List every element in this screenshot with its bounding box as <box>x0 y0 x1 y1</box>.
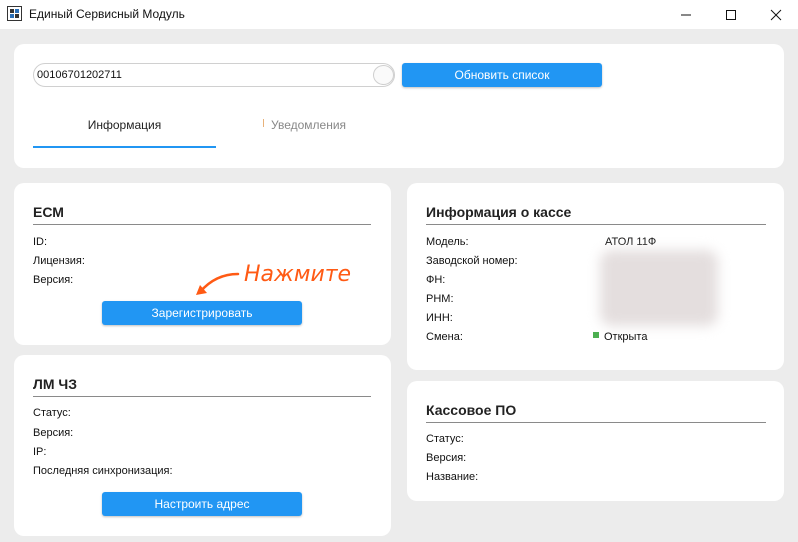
search-clear-knob[interactable] <box>373 65 394 85</box>
configure-address-button[interactable]: Настроить адрес <box>102 492 302 516</box>
device-search-value[interactable]: 00106701202711 <box>37 69 122 81</box>
lm-title: ЛМ ЧЗ <box>33 376 77 392</box>
po-status-label: Статус: <box>426 433 464 445</box>
minimize-icon <box>681 14 691 15</box>
lm-version-label: Версия: <box>33 427 74 439</box>
lm-ip-label: IP: <box>33 446 47 458</box>
po-title: Кассовое ПО <box>426 402 517 418</box>
kassa-model-value: АТОЛ 11Ф <box>605 236 657 248</box>
kassa-inn-label: ИНН: <box>426 312 453 324</box>
kassa-rnm-label: РНМ: <box>426 293 454 305</box>
po-divider <box>426 422 766 423</box>
active-tab-indicator <box>33 146 216 148</box>
close-icon <box>770 9 782 20</box>
kassa-shift-value: Открыта <box>604 331 648 343</box>
shift-status-dot <box>593 332 599 338</box>
ecm-license-label: Лицензия: <box>33 255 85 267</box>
register-button[interactable]: Зарегистрировать <box>102 301 302 325</box>
kassa-serial-label: Заводской номер: <box>426 255 518 267</box>
kassa-fn-label: ФН: <box>426 274 446 286</box>
ecm-title: ЕСМ <box>33 204 64 220</box>
kassa-model-label: Модель: <box>426 236 469 248</box>
lm-status-label: Статус: <box>33 407 71 419</box>
window-title: Единый Сервисный Модуль <box>29 7 185 21</box>
tab-information[interactable]: Информация <box>33 118 216 132</box>
notification-marker <box>263 119 264 127</box>
app-logo-icon <box>7 6 22 21</box>
lm-divider <box>33 396 371 397</box>
ecm-id-label: ID: <box>33 236 48 248</box>
kassa-shift-label: Смена: <box>426 331 463 343</box>
redacted-values <box>600 250 718 326</box>
po-version-label: Версия: <box>426 452 467 464</box>
title-bar: Единый Сервисный Модуль <box>0 0 798 29</box>
close-button[interactable] <box>753 0 798 29</box>
annotation-arrow-icon <box>196 272 240 295</box>
ecm-divider <box>33 224 371 225</box>
po-name-label: Название: <box>426 471 479 483</box>
minimize-button[interactable] <box>663 0 709 29</box>
maximize-icon <box>726 9 736 20</box>
kassa-divider <box>426 224 766 225</box>
refresh-list-button[interactable]: Обновить список <box>402 63 602 87</box>
kassa-title: Информация о кассе <box>426 204 572 220</box>
annotation-text: Нажмите <box>244 262 352 287</box>
device-search-field[interactable]: 00106701202711 <box>33 63 395 87</box>
lm-sync-label: Последняя синхронизация: <box>33 465 173 477</box>
ecm-version-label: Версия: <box>33 274 74 286</box>
maximize-button[interactable] <box>708 0 754 29</box>
tab-notifications[interactable]: Уведомления <box>271 118 391 132</box>
